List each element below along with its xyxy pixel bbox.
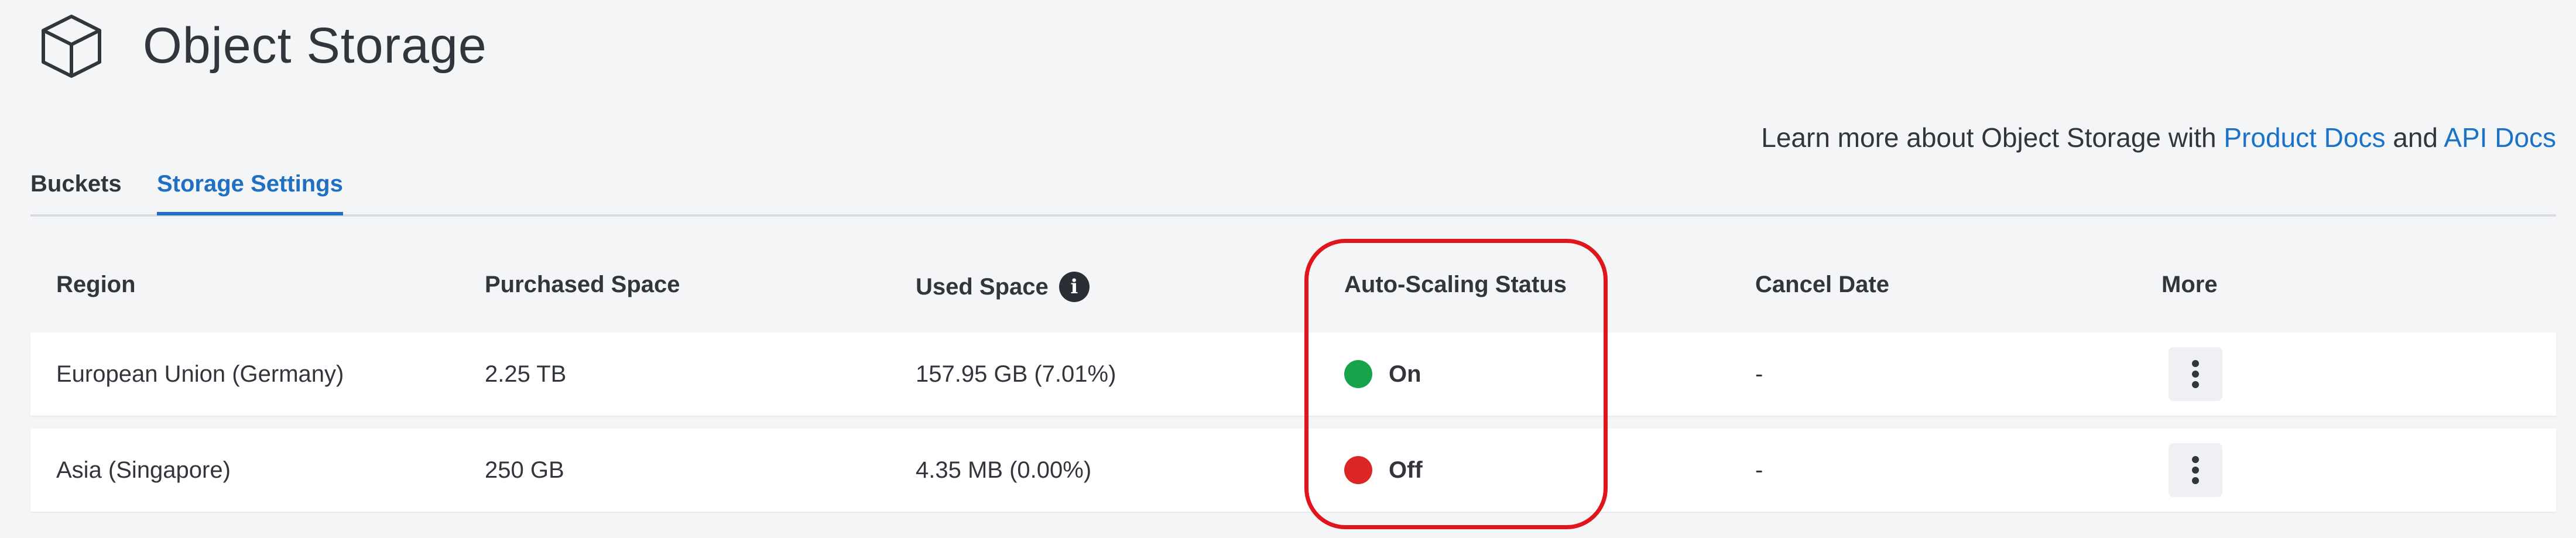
tab-storage-settings[interactable]: Storage Settings xyxy=(157,171,343,215)
cube-icon xyxy=(36,11,107,81)
page-title: Object Storage xyxy=(143,17,487,74)
purchased-space-cell: 2.25 TB xyxy=(485,361,567,387)
cancel-date-cell: - xyxy=(1755,361,1763,387)
page-header: Object Storage xyxy=(36,11,487,81)
storage-table: Region Purchased Space Used Space i Auto… xyxy=(30,234,2556,525)
kebab-menu-icon xyxy=(2192,360,2199,388)
more-actions-button[interactable] xyxy=(2169,443,2222,497)
product-docs-link[interactable]: Product Docs xyxy=(2224,122,2385,153)
api-docs-link[interactable]: API Docs xyxy=(2444,122,2556,153)
table-row: European Union (Germany) 2.25 TB 157.95 … xyxy=(30,333,2556,416)
status-off-dot-icon xyxy=(1344,456,1372,484)
auto-scaling-status-cell: Off xyxy=(1344,429,1423,512)
region-cell: Asia (Singapore) xyxy=(56,457,231,483)
docs-links: Learn more about Object Storage with Pro… xyxy=(1761,122,2556,153)
status-label: Off xyxy=(1389,457,1423,483)
more-cell xyxy=(2169,333,2222,416)
tab-bar: Buckets Storage Settings xyxy=(30,171,2556,217)
used-space-cell: 4.35 MB (0.00%) xyxy=(916,457,1092,483)
column-header-more: More xyxy=(2161,272,2218,297)
more-cell xyxy=(2169,429,2222,512)
column-header-auto-scaling-status: Auto-Scaling Status xyxy=(1344,272,1567,297)
info-icon[interactable]: i xyxy=(1059,272,1090,302)
column-header-cancel-date: Cancel Date xyxy=(1755,272,1889,297)
cancel-date-cell: - xyxy=(1755,457,1763,483)
docs-and: and xyxy=(2385,122,2444,153)
column-header-region: Region xyxy=(56,272,136,297)
used-space-label: Used Space xyxy=(916,273,1049,300)
table-row: Asia (Singapore) 250 GB 4.35 MB (0.00%) … xyxy=(30,429,2556,512)
docs-prefix: Learn more about Object Storage with xyxy=(1761,122,2224,153)
kebab-menu-icon xyxy=(2192,456,2199,484)
column-header-used-space: Used Space i xyxy=(916,272,1090,302)
auto-scaling-status-cell: On xyxy=(1344,333,1421,416)
more-actions-button[interactable] xyxy=(2169,347,2222,401)
used-space-cell: 157.95 GB (7.01%) xyxy=(916,361,1116,387)
column-header-purchased-space: Purchased Space xyxy=(485,272,680,297)
status-label: On xyxy=(1389,361,1421,387)
purchased-space-cell: 250 GB xyxy=(485,457,564,483)
region-cell: European Union (Germany) xyxy=(56,361,344,387)
status-on-dot-icon xyxy=(1344,360,1372,388)
tab-buckets[interactable]: Buckets xyxy=(30,171,122,213)
table-header: Region Purchased Space Used Space i Auto… xyxy=(30,234,2556,333)
